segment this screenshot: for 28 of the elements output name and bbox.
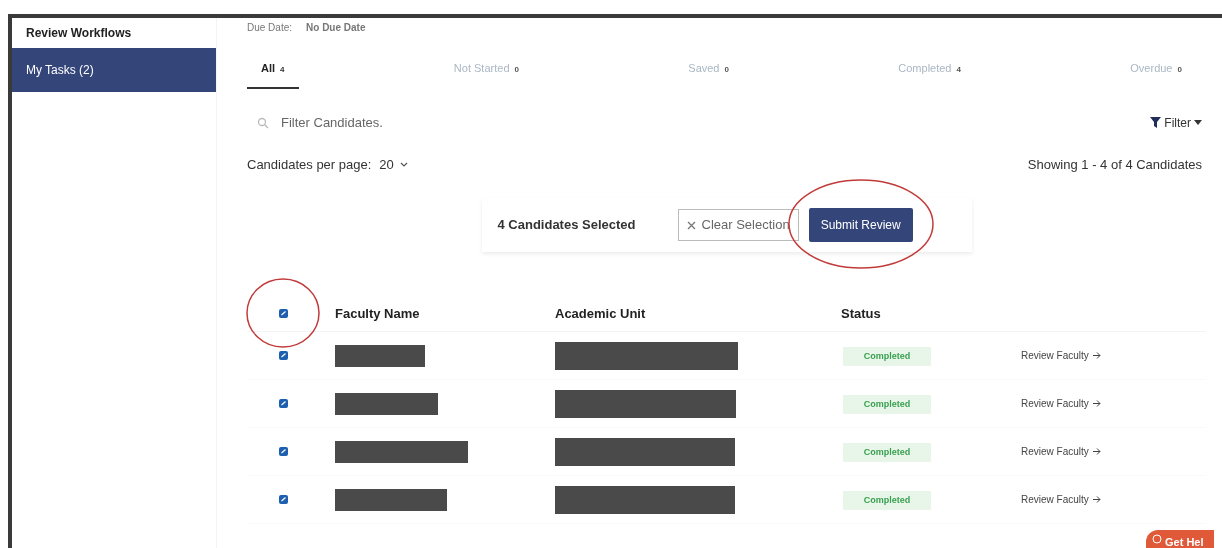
showing-count: Showing 1 - 4 of 4 Candidates [1027,155,1202,174]
column-header: Status [841,305,881,321]
tab[interactable]: All 4 [247,60,299,89]
tab[interactable]: Saved 0 [674,60,743,89]
sidebar-item[interactable]: My Tasks (2) [12,48,216,92]
review-faculty-link[interactable]: Review Faculty [1021,444,1101,459]
status-badge: Completed [843,442,931,463]
submit-review-button[interactable]: Submit Review [808,208,913,242]
status-badge: Completed [843,394,931,415]
tab[interactable]: Not Started 0 [439,60,533,89]
per-page-label: Candidates per page: [247,155,372,174]
due-date-value: No Due Date [306,21,366,35]
clear-selection-button[interactable]: Clear Selection [677,209,799,241]
tab[interactable]: Overdue 0 [1116,60,1196,89]
review-faculty-link[interactable]: Review Faculty [1021,492,1101,507]
selection-count: 4 Candidates Selected [497,216,636,235]
per-page-dropdown[interactable]: 20 [379,154,408,174]
tab[interactable]: Completed 4 [884,60,975,89]
status-badge: Completed [843,346,931,367]
due-date-label: Due Date: [247,21,293,35]
filter-button[interactable]: Filter [1150,113,1202,132]
review-faculty-link[interactable]: Review Faculty [1021,348,1101,363]
get-help-button[interactable]: Get Hel [1146,530,1214,548]
column-header: Faculty Name [335,305,420,321]
status-badge: Completed [843,490,931,511]
review-faculty-link[interactable]: Review Faculty [1021,396,1101,411]
search-field[interactable]: Filter Candidates. [281,112,581,133]
column-header: Academic Unit [555,305,646,321]
